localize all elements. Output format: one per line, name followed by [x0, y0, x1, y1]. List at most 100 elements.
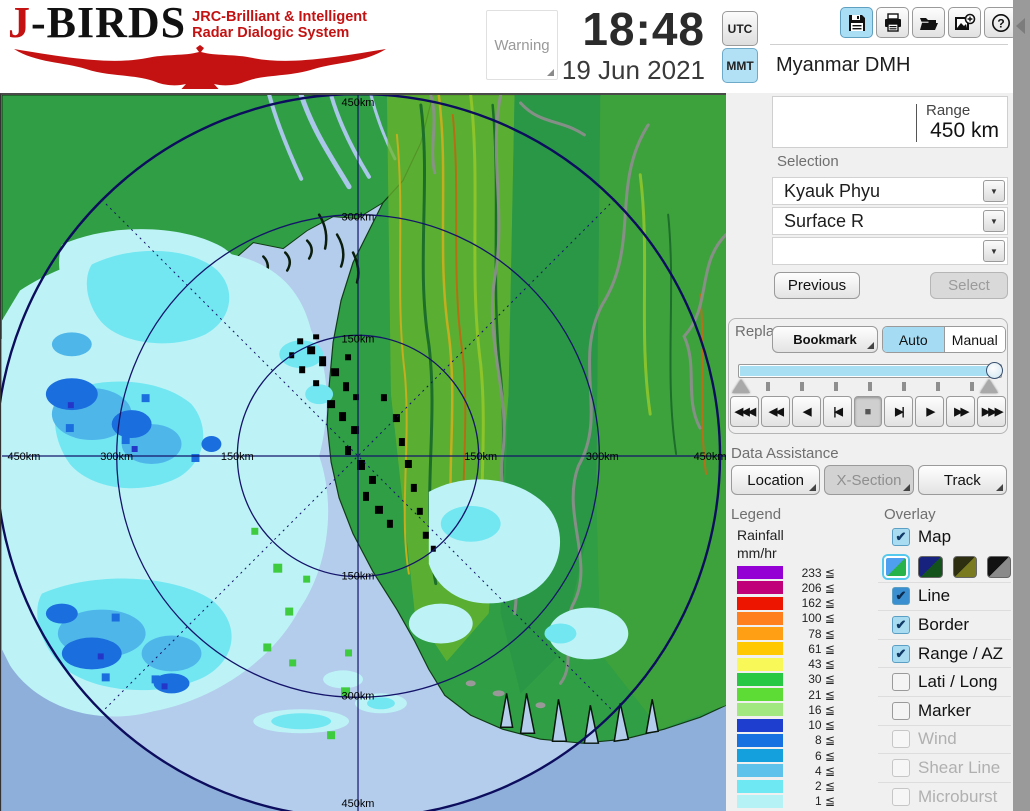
- legend-value: 4 ≦: [814, 763, 835, 778]
- legend-value: 43 ≦: [808, 657, 835, 672]
- tz-button-utc[interactable]: UTC: [722, 11, 758, 46]
- map-style-swatch-1[interactable]: [884, 555, 909, 578]
- capture-image-button[interactable]: [948, 7, 981, 38]
- slider-start-marker[interactable]: [732, 379, 750, 393]
- playback-skip-to-end-button[interactable]: ▶|: [884, 396, 914, 427]
- legend-value: 16 ≦: [808, 702, 835, 717]
- auto-button[interactable]: Auto: [883, 327, 945, 352]
- checkbox-marker[interactable]: [892, 701, 910, 720]
- radar-map-area[interactable]: 450km 300km 150km 150km 300km 450km 450km 300km…: [0, 93, 727, 811]
- replay-mode-toggle: Auto Manual: [882, 326, 1006, 353]
- legend-row: 30 ≦: [737, 672, 857, 687]
- slider-tick: [766, 382, 770, 391]
- overlay-title: Overlay: [884, 506, 936, 523]
- track-button[interactable]: Track: [917, 465, 1007, 495]
- dropdown-arrow-button[interactable]: ▼: [983, 180, 1005, 202]
- legend-row: 78 ≦: [737, 626, 857, 641]
- bookmark-button[interactable]: Bookmark: [772, 326, 878, 353]
- timezone-toggle: UTC MMT: [722, 11, 759, 85]
- legend-row: 100 ≦: [737, 611, 857, 626]
- legend-row: 43 ≦: [737, 657, 857, 672]
- legend-row: 4 ≦: [737, 763, 857, 778]
- slider-end-marker[interactable]: [980, 379, 998, 393]
- selection-value: Kyauk Phyu: [784, 181, 881, 201]
- ring-label: 450km: [694, 451, 727, 463]
- legend-color-swatch: [737, 733, 783, 747]
- legend-row: 206 ≦: [737, 580, 857, 595]
- playback-stop-button[interactable]: ■: [853, 396, 883, 427]
- tz-button-mmt[interactable]: MMT: [722, 48, 758, 83]
- selection-value: Surface R: [784, 211, 865, 231]
- date-display: 19 Jun 2021: [561, 55, 705, 85]
- toolbar: ?: [840, 7, 1017, 38]
- legend-color-swatch: [737, 657, 783, 671]
- replay-slider[interactable]: [738, 362, 1003, 379]
- playback-fast-rewind-button[interactable]: ◀◀◀: [730, 396, 759, 427]
- legend-value: 1 ≦: [814, 794, 835, 809]
- legend-row: 21 ≦: [737, 687, 857, 702]
- clock: 18:48 19 Jun 2021: [500, 4, 705, 86]
- open-file-button[interactable]: [912, 7, 945, 38]
- legend-color-swatch: [737, 749, 783, 763]
- selection-dropdown-1[interactable]: Kyauk Phyu ▼: [772, 177, 1008, 205]
- dropdown-arrow-button[interactable]: ▼: [983, 210, 1005, 232]
- checkbox-range-az[interactable]: ✔: [892, 644, 910, 663]
- overlay-label: Wind: [918, 729, 957, 749]
- legend-color-swatch: [737, 672, 783, 686]
- x-section-button[interactable]: X-Section: [824, 465, 914, 495]
- da-button-label: X-Section: [836, 471, 902, 489]
- legend-value: 233 ≦: [801, 565, 835, 580]
- dropdown-arrow-button[interactable]: ▼: [983, 240, 1005, 262]
- ring-label: 150km: [342, 333, 375, 345]
- playback-play-button[interactable]: ▶: [915, 396, 945, 427]
- playback-skip-to-start-button[interactable]: |◀: [822, 396, 852, 427]
- jbirds-logo: J-BIRDS JRC-Brilliant & Intelligent Rada…: [8, 0, 400, 89]
- replay-slider-thumb[interactable]: [985, 362, 1003, 379]
- selection-dropdown-2[interactable]: Surface R ▼: [772, 207, 1008, 235]
- playback-fast-forward-button[interactable]: ▶▶▶: [977, 396, 1007, 427]
- help-icon: ?: [991, 13, 1010, 32]
- map-style-swatch-3[interactable]: [952, 555, 977, 578]
- legend-color-swatch: [737, 627, 783, 641]
- ring-label: 150km: [464, 451, 497, 463]
- playback-forward-button[interactable]: ▶▶: [946, 396, 976, 427]
- overlay-label: Lati / Long: [918, 672, 998, 692]
- legend-value: 61 ≦: [808, 641, 835, 656]
- map-style-swatch-2[interactable]: [918, 555, 943, 578]
- top-bar: J-BIRDS JRC-Brilliant & Intelligent Rada…: [0, 0, 1017, 93]
- legend-value: 162 ≦: [801, 596, 835, 611]
- save-button[interactable]: [840, 7, 873, 38]
- range-label: Range: [926, 102, 971, 119]
- map-style-swatch-4[interactable]: [986, 555, 1012, 578]
- range-card: Range 450 km: [772, 96, 1008, 148]
- legend-color-swatch: [737, 581, 783, 595]
- checkbox-line[interactable]: ✔: [892, 587, 910, 606]
- playback-rewind-button[interactable]: ◀◀: [760, 396, 790, 427]
- collapse-panel-icon[interactable]: [1016, 18, 1025, 34]
- playback-step-back-button[interactable]: ◀: [791, 396, 821, 427]
- location-button[interactable]: Location: [731, 465, 821, 495]
- legend-row: 1 ≦: [737, 794, 857, 809]
- ring-label: 300km: [342, 690, 375, 702]
- legend-color-swatch: [737, 703, 783, 717]
- manual-button[interactable]: Manual: [944, 327, 1005, 352]
- station-name: Myanmar DMH: [776, 54, 911, 76]
- select-button[interactable]: Select: [930, 272, 1008, 299]
- checkbox-border[interactable]: ✔: [892, 615, 910, 634]
- overlay-label: Border: [918, 614, 970, 634]
- playback-controls: ◀◀◀ ◀◀ ◀ |◀ ■ ▶| ▶ ▶▶ ▶▶▶: [730, 396, 1007, 427]
- overlay-row-line: ✔ Line: [878, 581, 1011, 611]
- legend-value: 2 ≦: [814, 779, 835, 794]
- overlay-label: Line: [918, 586, 951, 606]
- brand-subtitle: JRC-Brilliant & Intelligent Radar Dialog…: [192, 9, 367, 41]
- legend-value: 100 ≦: [801, 611, 835, 626]
- slider-tick: [834, 382, 838, 391]
- brand-title: J-BIRDS: [8, 0, 187, 47]
- selection-dropdown-3[interactable]: ▼: [772, 237, 1008, 265]
- overlay-row-microburst: Microburst: [878, 781, 1011, 811]
- checkbox-lati-long[interactable]: [892, 673, 910, 692]
- checkbox-map[interactable]: ✔: [892, 528, 910, 547]
- previous-button[interactable]: Previous: [774, 272, 860, 299]
- print-button[interactable]: [876, 7, 909, 38]
- slider-tick: [936, 382, 940, 391]
